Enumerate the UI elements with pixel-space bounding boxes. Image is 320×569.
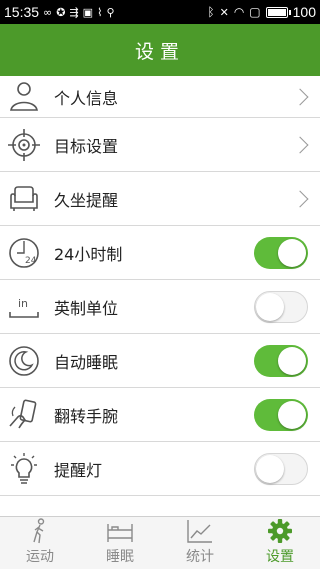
clock-24-icon: 24 — [0, 226, 48, 280]
bottom-tab-bar: 运动 睡眠 统计 设置 — [0, 516, 320, 569]
wrist-flip-icon — [0, 388, 48, 442]
toggle-switch-imperial-units[interactable] — [254, 290, 308, 323]
cleaner-icon: ⌇ — [97, 5, 103, 19]
tab-sleep[interactable]: 睡眠 — [80, 517, 160, 569]
toggle-switch-24-hour[interactable] — [254, 236, 308, 269]
chevron-right-icon — [291, 136, 309, 153]
ruler-inch-icon: in — [0, 280, 48, 334]
screen-icon: ▢ — [249, 5, 261, 19]
chevron-right-icon — [291, 190, 309, 207]
settings-list: 个人信息 目标设置 久坐提醒 24 24小时制 in 英制单位 自动睡眠 翻转手… — [0, 76, 320, 516]
lightbulb-icon — [0, 442, 48, 496]
settings-item-label: 24小时制 — [54, 244, 123, 264]
settings-item-reminder-light[interactable]: 提醒灯 — [0, 442, 320, 496]
chevron-right-icon — [291, 88, 309, 105]
walking-icon — [33, 518, 45, 544]
image-icon: ▣ — [82, 5, 94, 19]
settings-item-label: 久坐提醒 — [54, 190, 119, 210]
settings-item-24-hour[interactable]: 24 24小时制 — [0, 226, 320, 280]
toggle-switch-wrist-flip[interactable] — [254, 398, 308, 431]
battery-icon — [265, 6, 291, 18]
settings-item-wrist-flip[interactable]: 翻转手腕 — [0, 388, 320, 442]
target-icon — [0, 118, 48, 172]
bluetooth-icon: ᛒ — [207, 5, 215, 19]
settings-item-label: 提醒灯 — [54, 460, 103, 480]
bed-icon — [107, 524, 133, 542]
settings-item-sedentary-reminder[interactable]: 久坐提醒 — [0, 172, 320, 226]
tab-exercise[interactable]: 运动 — [0, 517, 80, 569]
svg-text:in: in — [18, 297, 28, 310]
usb-icon: ⇶ — [69, 5, 79, 19]
network-icon: ⚲ — [106, 5, 115, 19]
tab-settings[interactable]: 设置 — [240, 517, 320, 569]
armchair-icon — [0, 172, 48, 226]
gear-icon — [268, 519, 292, 543]
clock: 15:35 — [4, 4, 40, 20]
wifi-icon: ◠ — [233, 5, 245, 19]
mute-icon: ✕ — [219, 5, 229, 19]
settings-item-label: 目标设置 — [54, 136, 119, 156]
sync-icon: ✪ — [56, 5, 66, 19]
settings-item-label: 自动睡眠 — [54, 352, 119, 372]
toggle-switch-reminder-light[interactable] — [254, 452, 308, 485]
settings-item-imperial-units[interactable]: in 英制单位 — [0, 280, 320, 334]
person-icon — [0, 76, 48, 118]
toggle-switch-auto-sleep[interactable] — [254, 344, 308, 377]
page-title-bar: 设置 — [0, 24, 320, 76]
moon-icon — [0, 334, 48, 388]
settings-item-auto-sleep[interactable]: 自动睡眠 — [0, 334, 320, 388]
list-item-partial — [0, 496, 320, 516]
page-title: 设置 — [134, 40, 185, 63]
tab-statistics[interactable]: 统计 — [160, 517, 240, 569]
infinity-icon: ∞ — [43, 5, 53, 19]
chart-icon — [187, 520, 212, 543]
settings-item-label: 英制单位 — [54, 298, 119, 318]
svg-text:24: 24 — [25, 256, 37, 266]
battery-percent: 100 — [292, 4, 316, 20]
notification-icons: ∞ ✪ ⇶ ▣ ⌇ ⚲ — [43, 7, 114, 18]
status-bar: 15:35 ∞ ✪ ⇶ ▣ ⌇ ⚲ ᛒ ✕ ◠ ▢ 100 — [0, 0, 320, 24]
settings-item-label: 个人信息 — [54, 88, 119, 108]
settings-item-goal[interactable]: 目标设置 — [0, 118, 320, 172]
settings-item-label: 翻转手腕 — [54, 406, 119, 426]
settings-item-personal-info[interactable]: 个人信息 — [0, 76, 320, 118]
